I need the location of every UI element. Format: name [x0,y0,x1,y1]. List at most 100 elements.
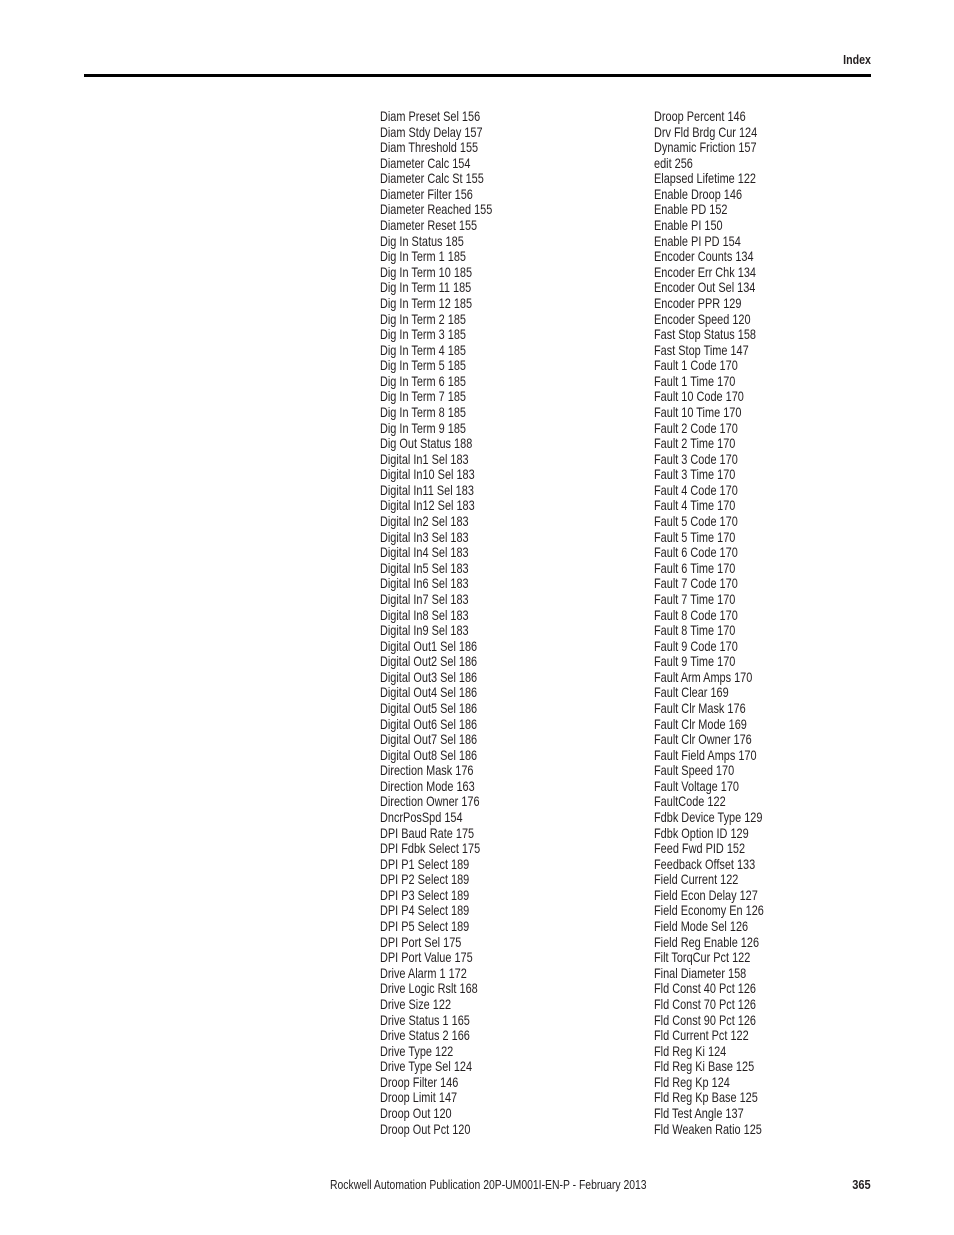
index-entry: Dig In Term 12 185 [380,294,473,311]
index-entry: Diameter Reset 155 [380,217,478,234]
index-entry: Dig In Term 6 185 [380,372,466,389]
index-entry: Fault Field Amps 170 [654,746,757,763]
index-entry: Diameter Filter 156 [380,185,473,202]
index-entry: Dynamic Friction 157 [654,139,757,156]
index-entry: Droop Percent 146 [654,108,746,124]
index-entry: Fld Reg Ki 124 [654,1042,727,1059]
index-entry: DPI Fdbk Select 175 [380,840,481,857]
index-entry: Fault 2 Time 170 [654,435,736,452]
section-title: Index [843,52,871,67]
index-entry: Diameter Reached 155 [380,201,493,218]
index-entry: Dig Out Status 188 [380,435,473,452]
index-entry: Encoder Out Sel 134 [654,279,756,296]
index-entry: Fault 4 Time 170 [654,497,736,514]
index-entry: Fdbk Option ID 129 [654,824,749,841]
index-entry: Fault Speed 170 [654,762,735,779]
index-entry: Drive Status 2 166 [380,1027,470,1044]
index-entry: Fault Clear 169 [654,684,729,701]
index-entry: Fault 3 Code 170 [654,450,738,467]
index-entry: Fault 5 Code 170 [654,513,738,530]
index-entry: Digital Out3 Sel 186 [380,668,478,685]
index-entry: DPI Port Value 175 [380,949,473,966]
index-entry: Fault 10 Code 170 [654,388,744,405]
index-entry: Fault 2 Code 170 [654,419,738,436]
index-entry: Direction Mask 176 [380,762,474,779]
index-entry: DPI P3 Select 189 [380,886,470,903]
index-column-left: Diam Preset Sel 156 Diam Stdy Delay 157 Di… [380,108,524,1137]
index-entry: Fld Current Pct 122 [654,1027,749,1044]
index-entry: Drive Status 1 165 [380,1011,470,1028]
index-entry: Dig In Term 9 185 [380,419,466,436]
index-entry: Fault 5 Time 170 [654,528,736,545]
index-entry: Fault 1 Code 170 [654,357,738,374]
index-entry: Fld Reg Kp Base 125 [654,1089,758,1106]
index-entry: Digital In3 Sel 183 [380,528,469,545]
index-entry: Droop Out 120 [380,1105,452,1121]
index-entry: Enable PD 152 [654,201,728,218]
index-entry: Dig In Term 3 185 [380,326,466,343]
publication-info: Rockwell Automation Publication 20P-UM00… [330,1177,647,1192]
index-entry: Dig In Term 7 185 [380,388,466,405]
index-entry: Field Current 122 [654,871,739,888]
index-column-right: Droop Percent 146 Drv Fld Brdg Cur 124 Dyn… [654,108,795,1137]
index-entry: Feedback Offset 133 [654,855,756,872]
index-entry: Fault Arm Amps 170 [654,668,753,685]
index-entry: Digital Out6 Sel 186 [380,715,478,732]
index-entry: Droop Limit 147 [380,1089,458,1106]
index-entry: Fault 4 Code 170 [654,481,738,498]
index-entry: Fld Test Angle 137 [654,1105,744,1121]
index-entry: Dig In Term 4 185 [380,341,466,358]
index-entry: Dig In Status 185 [380,232,464,249]
index-entry: Digital In5 Sel 183 [380,559,469,576]
index-entry: Fault Voltage 170 [654,777,740,794]
index-entry: Encoder Err Chk 134 [654,263,756,280]
index-entry: FaultCode 122 [654,793,726,810]
index-entry: Field Econ Delay 127 [654,886,758,903]
index-entry: Field Reg Enable 126 [654,933,760,950]
index-entry: Fld Reg Kp 124 [654,1073,730,1090]
index-entry: Fdbk Device Type 129 [654,809,763,826]
index-entry: Direction Owner 176 [380,793,480,810]
index-entry: Dig In Term 1 185 [380,248,466,265]
index-entry: Fault Clr Owner 176 [654,731,752,748]
index-entry: Enable Droop 146 [654,185,743,202]
index-entry: Drive Size 122 [380,995,452,1012]
header-divider [84,74,871,77]
index-entry: Digital In2 Sel 183 [380,513,469,530]
index-entry: Digital In1 Sel 183 [380,450,469,467]
index-entry: Diam Stdy Delay 157 [380,123,483,140]
index-entry: Digital In9 Sel 183 [380,622,469,639]
index-entry: Drive Type 122 [380,1042,454,1059]
index-entry: DPI P5 Select 189 [380,918,470,935]
index-entry: DPI P2 Select 189 [380,871,470,888]
index-entry: Fault 6 Time 170 [654,559,736,576]
index-entry: Fault 8 Code 170 [654,606,738,623]
index-entry: Diam Threshold 155 [380,139,479,156]
index-entry: Digital In8 Sel 183 [380,606,469,623]
index-entry: DPI P1 Select 189 [380,855,470,872]
index-entry: Encoder PPR 129 [654,294,742,311]
index-entry: Enable PI PD 154 [654,232,741,249]
page-number: 365 [852,1177,871,1192]
index-entry: DPI Port Sel 175 [380,933,462,950]
index-entry: Fault 6 Code 170 [654,544,738,561]
index-entry: Dig In Term 2 185 [380,310,466,327]
index-entry: Enable PI 150 [654,217,723,234]
index-entry: Final Diameter 158 [654,964,747,981]
index-entry: Fault 7 Code 170 [654,575,738,592]
index-entry: Droop Filter 146 [380,1073,459,1090]
index-entry: Fld Const 90 Pct 126 [654,1011,756,1028]
index-entry: Digital In7 Sel 183 [380,590,469,607]
index-entry: Diameter Calc 154 [380,154,471,171]
index-entry: Dig In Term 5 185 [380,357,466,374]
index-entry: Fast Stop Time 147 [654,341,749,358]
index-entry: Fault Clr Mask 176 [654,699,746,716]
index-entry: Digital Out8 Sel 186 [380,746,478,763]
index-entry: Encoder Counts 134 [654,248,754,265]
index-entry: Fld Const 70 Pct 126 [654,995,756,1012]
index-entry: Direction Mode 163 [380,777,475,794]
index-entry: Dig In Term 8 185 [380,403,466,420]
index-entry: Digital Out7 Sel 186 [380,731,478,748]
index-entry: Fault 7 Time 170 [654,590,736,607]
index-entry: Digital In4 Sel 183 [380,544,469,561]
